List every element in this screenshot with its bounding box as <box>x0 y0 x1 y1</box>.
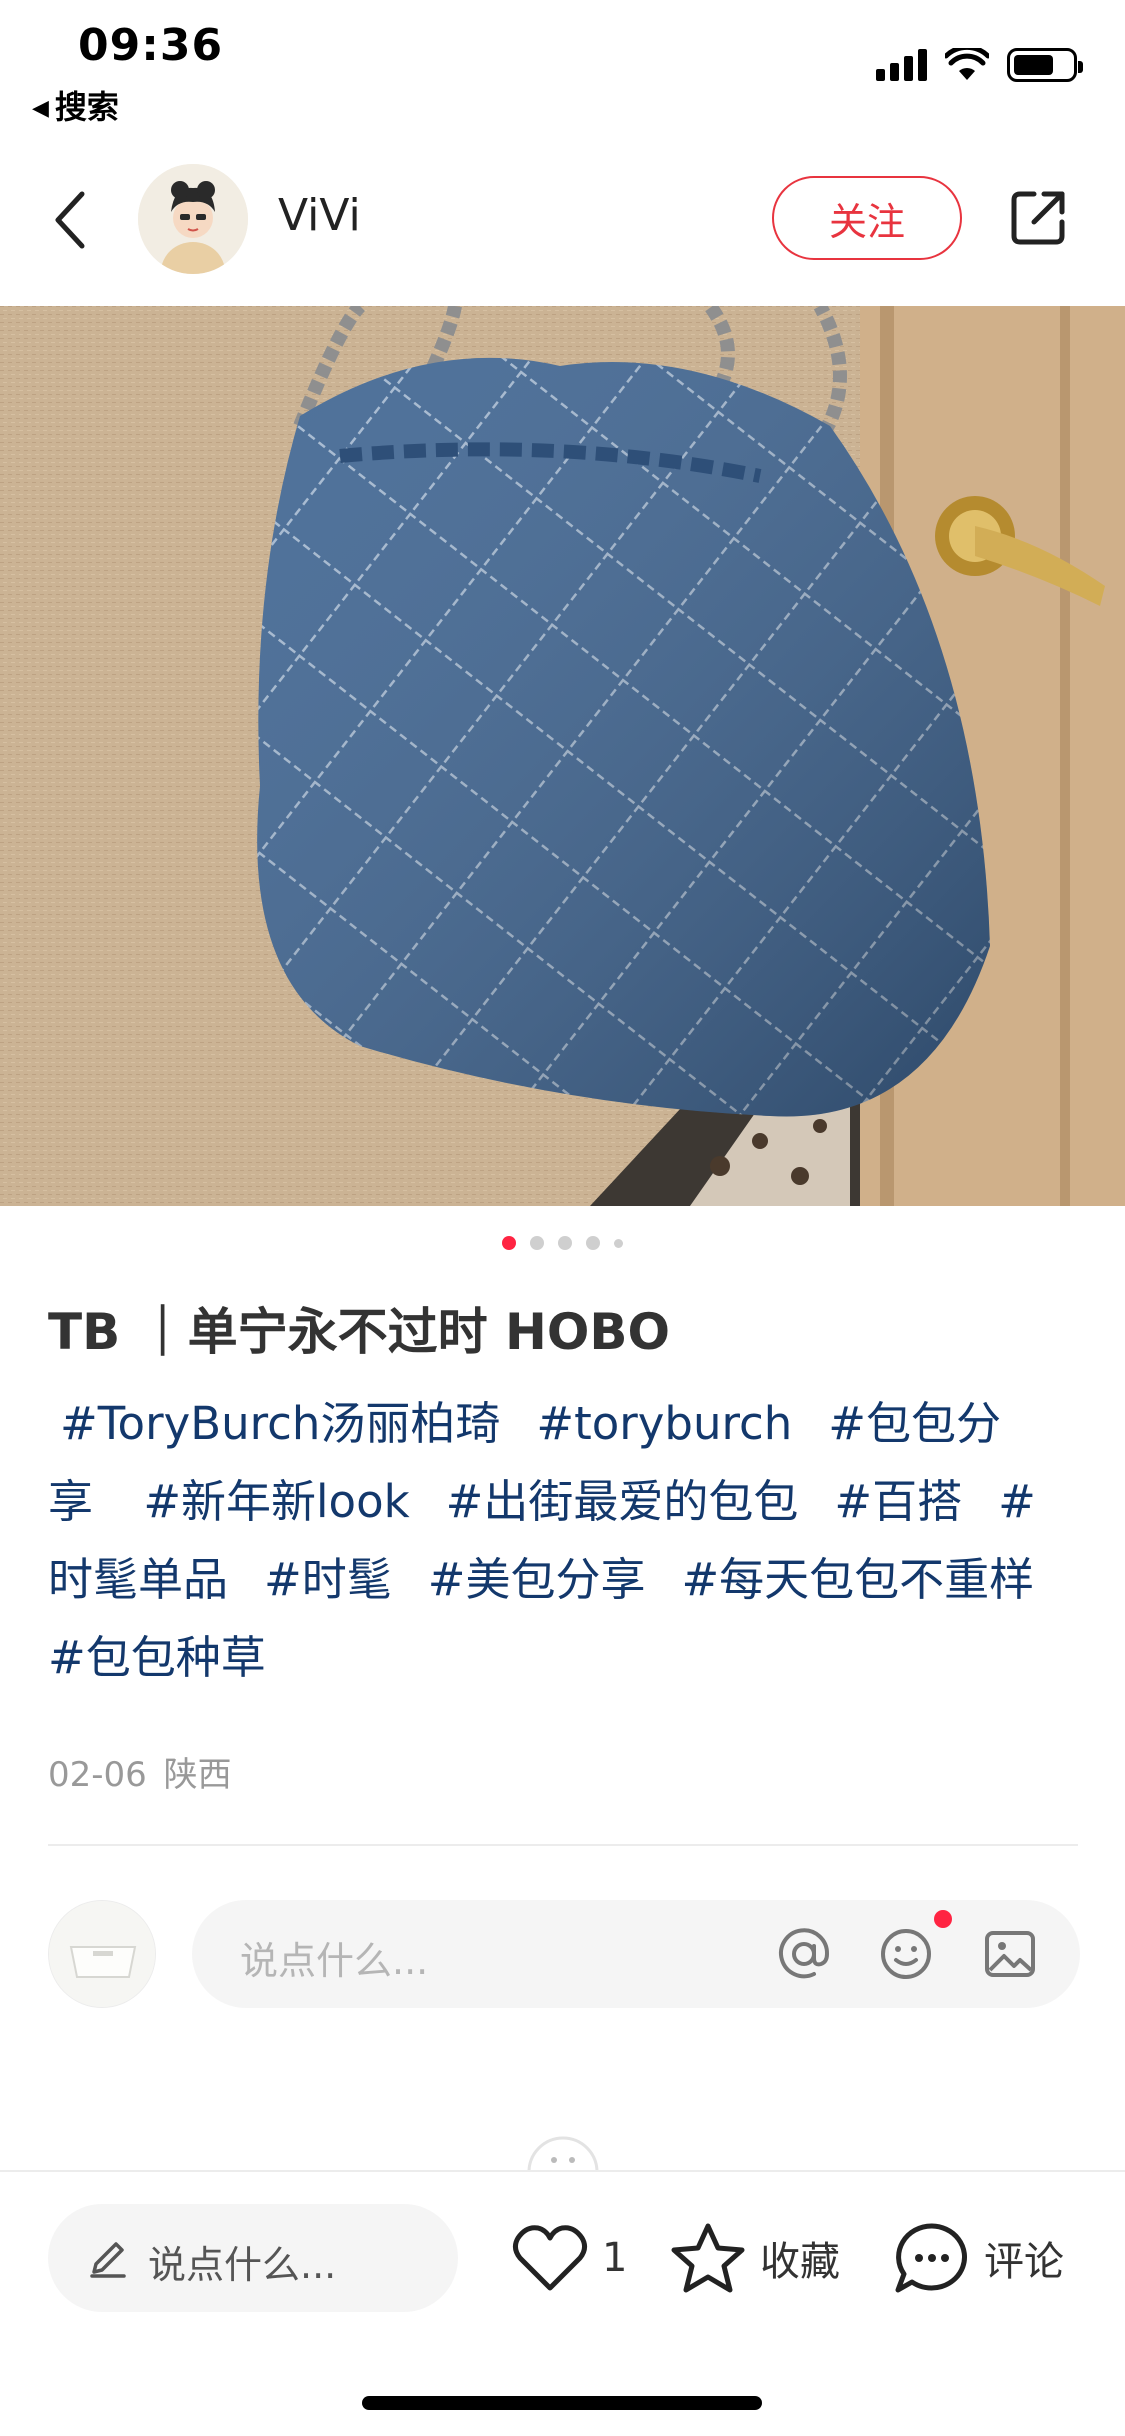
pencil-icon <box>90 2242 126 2278</box>
author-avatar[interactable] <box>138 164 248 274</box>
back-triangle-icon: ◀ <box>32 96 49 121</box>
post-meta: 02-06 陕西 <box>48 1747 232 1796</box>
post-header: ViVi 关注 <box>0 160 1125 280</box>
carousel-dot <box>558 1236 572 1250</box>
like-count: 1 <box>602 2235 628 2281</box>
post-date: 02-06 <box>48 1755 147 1795</box>
author-name[interactable]: ViVi <box>278 190 361 241</box>
image-picker-icon[interactable] <box>982 1926 1038 1982</box>
hashtag-link[interactable]: #出街最爱的包包 <box>446 1475 799 1528</box>
divider <box>48 1844 1078 1846</box>
share-icon[interactable] <box>1006 186 1070 250</box>
notification-dot <box>934 1910 952 1928</box>
heart-icon <box>512 2225 588 2291</box>
status-icons <box>876 48 1083 82</box>
my-avatar[interactable] <box>48 1900 156 2008</box>
status-bar: 09:36 ◀ 搜索 <box>0 0 1125 126</box>
bottom-comment-input[interactable]: 说点什么... <box>48 2204 458 2312</box>
carousel-dot-active <box>502 1236 516 1250</box>
wifi-icon <box>945 48 989 80</box>
like-button[interactable]: 1 <box>510 2216 627 2300</box>
hashtag-link[interactable]: #百搭 <box>834 1475 962 1528</box>
hashtag-link[interactable]: #toryburch <box>536 1397 792 1450</box>
post-title: TB ｜单宁永不过时 HOBO <box>48 1303 670 1361</box>
comment-input[interactable]: 说点什么... <box>192 1900 1080 2008</box>
star-icon <box>671 2223 745 2293</box>
at-mention-icon[interactable] <box>776 1926 832 1982</box>
comment-bubble-icon <box>895 2223 967 2293</box>
carousel-dot <box>586 1236 600 1250</box>
status-time: 09:36 <box>78 20 224 71</box>
battery-icon <box>1007 48 1083 82</box>
back-to-app-link[interactable]: ◀ 搜索 <box>32 82 119 128</box>
follow-button[interactable]: 关注 <box>772 176 962 260</box>
post-photo[interactable] <box>0 306 1125 1206</box>
comment-button[interactable]: 评论 <box>892 2216 1064 2300</box>
cellular-signal-icon <box>876 49 927 81</box>
home-indicator <box>362 2396 762 2410</box>
back-app-label: 搜索 <box>54 88 119 126</box>
hashtag-link[interactable]: #新年新look <box>143 1475 409 1528</box>
hashtag-link[interactable]: #美包分享 <box>428 1553 646 1606</box>
collect-button[interactable]: 收藏 <box>668 2216 840 2300</box>
comment-placeholder: 说点什么... <box>240 1939 429 1983</box>
carousel-indicator <box>0 1236 1125 1250</box>
post-location: 陕西 <box>163 1755 232 1795</box>
back-arrow-icon[interactable] <box>48 188 98 252</box>
hashtag-link[interactable]: #包包种草 <box>48 1631 266 1684</box>
collect-label: 收藏 <box>760 2239 840 2285</box>
hashtag-link[interactable]: #时髦 <box>264 1553 392 1606</box>
carousel-dot <box>614 1239 623 1248</box>
hashtag-link[interactable]: #每天包包不重样 <box>681 1553 1034 1606</box>
comment-label: 评论 <box>984 2239 1064 2285</box>
post-tags: #ToryBurch汤丽柏琦 #toryburch #包包分享 #新年新look #出… <box>48 1385 1078 1697</box>
hashtag-link[interactable]: #ToryBurch汤丽柏琦 <box>60 1397 500 1450</box>
loading-more-icon <box>527 2136 599 2170</box>
emoji-icon[interactable] <box>878 1926 934 1982</box>
carousel-dot <box>530 1236 544 1250</box>
bottom-input-placeholder: 说点什么... <box>148 2243 337 2287</box>
